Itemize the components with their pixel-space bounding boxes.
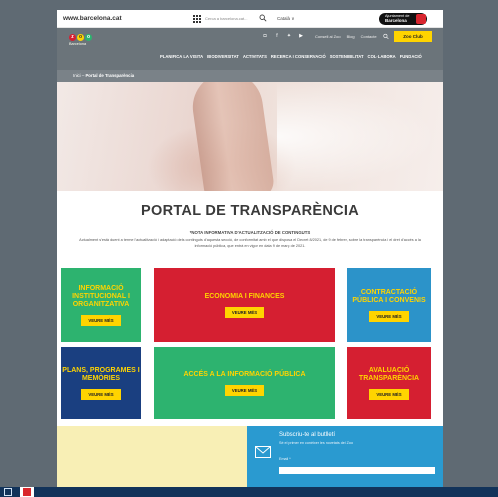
breadcrumb-current: Portal de Transparència	[85, 73, 135, 78]
apps-grid-icon[interactable]	[193, 15, 201, 23]
newsletter-panel: Subscriu-te al butlletí Sé el primer en …	[247, 426, 443, 487]
notice-body: Actualment s'està duent a terme l'actual…	[79, 238, 421, 248]
tile-title: CONTRACTACIÓ PÚBLICA I CONVENIS	[352, 288, 426, 304]
tile-title: ACCÉS A LA INFORMACIÓ PÚBLICA	[183, 370, 306, 378]
email-field[interactable]	[279, 467, 435, 474]
site-search-input[interactable]: Cerca a barcelona.cat...	[205, 14, 257, 24]
tile-plans-programes[interactable]: PLANS, PROGRAMES I MEMÒRIES VEURE MÉS	[61, 347, 141, 419]
util-link[interactable]: Contacte	[361, 33, 377, 40]
top-bar: www.barcelona.cat Cerca a barcelona.cat.…	[57, 10, 443, 28]
nav-item-planifica[interactable]: PLANIFICA LA VISITA	[160, 54, 203, 59]
site-url-link[interactable]: www.barcelona.cat	[63, 15, 122, 22]
nav-item-sostenibilitat[interactable]: SOSTENIBILITAT	[330, 54, 364, 59]
ajuntament-line2: Barcelona	[385, 17, 407, 23]
hero-image	[57, 82, 443, 191]
notice-title: *NOTA INFORMATIVA D'ACTUALITZACIÓ DE CON…	[189, 230, 311, 235]
site-header: z o o Barcelona ◘ f ✦ ▶ Consell al Zoo B…	[57, 28, 443, 70]
os-taskbar	[0, 487, 498, 497]
logo-subtitle: Barcelona	[69, 42, 87, 46]
breadcrumb-home[interactable]: Inici	[73, 73, 81, 78]
nav-item-fundacio[interactable]: FUNDACIÓ	[400, 54, 422, 59]
main-nav: PLANIFICA LA VISITA BIODIVERSITAT ACTIVI…	[160, 54, 422, 59]
tile-economia-finances[interactable]: ECONOMIA I FINANCES VEURE MÉS	[154, 268, 335, 342]
tile-acces-informacio[interactable]: ACCÉS A LA INFORMACIÓ PÚBLICA VEURE MÉS	[154, 347, 335, 419]
nav-item-activitats[interactable]: ACTIVITATS	[243, 54, 267, 59]
zoo-club-button[interactable]: Zoo Club	[394, 31, 432, 42]
nav-item-collabora[interactable]: COL·LABORA	[368, 54, 396, 59]
tile-title: PLANS, PROGRAMES I MEMÒRIES	[62, 366, 140, 382]
ajuntament-logo[interactable]: Ajuntament de Barcelona	[379, 13, 427, 25]
newsletter-title: Subscriu-te al butlletí	[279, 432, 336, 438]
facebook-icon[interactable]: f	[274, 33, 280, 39]
veure-mes-button[interactable]: VEURE MÉS	[369, 388, 409, 400]
email-label: Email *	[279, 457, 291, 461]
nav-item-biodiversitat[interactable]: BIODIVERSITAT	[207, 54, 239, 59]
breadcrumb: Inici – Portal de Transparència	[57, 70, 443, 82]
language-selector[interactable]: Català ∨	[277, 14, 295, 24]
youtube-icon[interactable]: ▶	[298, 33, 304, 39]
tile-contractacio-publica[interactable]: CONTRACTACIÓ PÚBLICA I CONVENIS VEURE MÉ…	[347, 268, 431, 342]
tile-informacio-institucional[interactable]: INFORMACIÓ INSTITUCIONAL I ORGANITZATIVA…	[61, 268, 141, 342]
util-link[interactable]: Consell al Zoo	[315, 33, 341, 40]
zoo-logo[interactable]: z o o	[69, 34, 92, 41]
logo-letter: o	[85, 34, 92, 41]
header-search-icon[interactable]	[383, 33, 389, 40]
veure-mes-button[interactable]: VEURE MÉS	[224, 384, 265, 396]
tile-title: AVALUACIÓ TRANSPARÈNCIA	[358, 366, 420, 382]
logo-letter: o	[77, 34, 84, 41]
pdf-reader-icon[interactable]	[20, 487, 34, 497]
page-title: PORTAL DE TRANSPARÈNCIA	[141, 203, 359, 219]
mail-icon	[255, 446, 271, 458]
footer-left-panel	[57, 426, 247, 487]
barcelona-shield-icon	[416, 14, 426, 24]
twitter-icon[interactable]: ✦	[286, 33, 292, 39]
logo-letter: z	[69, 34, 76, 41]
newsletter-subtitle: Sé el primer en conèixer les novetats de…	[279, 441, 353, 445]
social-links: ◘ f ✦ ▶	[262, 33, 304, 39]
search-icon[interactable]	[259, 13, 267, 23]
nav-item-recerca[interactable]: RECERCA I CONSERVACIÓ	[271, 54, 326, 59]
tile-avaluacio-transparencia[interactable]: AVALUACIÓ TRANSPARÈNCIA VEURE MÉS	[347, 347, 431, 419]
browser-page: www.barcelona.cat Cerca a barcelona.cat.…	[57, 10, 443, 487]
util-link[interactable]: Blog	[347, 33, 355, 40]
veure-mes-button[interactable]: VEURE MÉS	[81, 314, 121, 326]
windows-start-icon[interactable]	[4, 488, 12, 496]
veure-mes-button[interactable]: VEURE MÉS	[369, 310, 409, 322]
veure-mes-button[interactable]: VEURE MÉS	[224, 306, 265, 318]
veure-mes-button[interactable]: VEURE MÉS	[81, 388, 121, 400]
instagram-icon[interactable]: ◘	[262, 33, 268, 39]
utility-links: Consell al Zoo Blog Contacte	[315, 33, 377, 40]
tile-title: INFORMACIÓ INSTITUCIONAL I ORGANITZATIVA	[72, 284, 130, 308]
tile-title: ECONOMIA I FINANCES	[204, 292, 285, 300]
